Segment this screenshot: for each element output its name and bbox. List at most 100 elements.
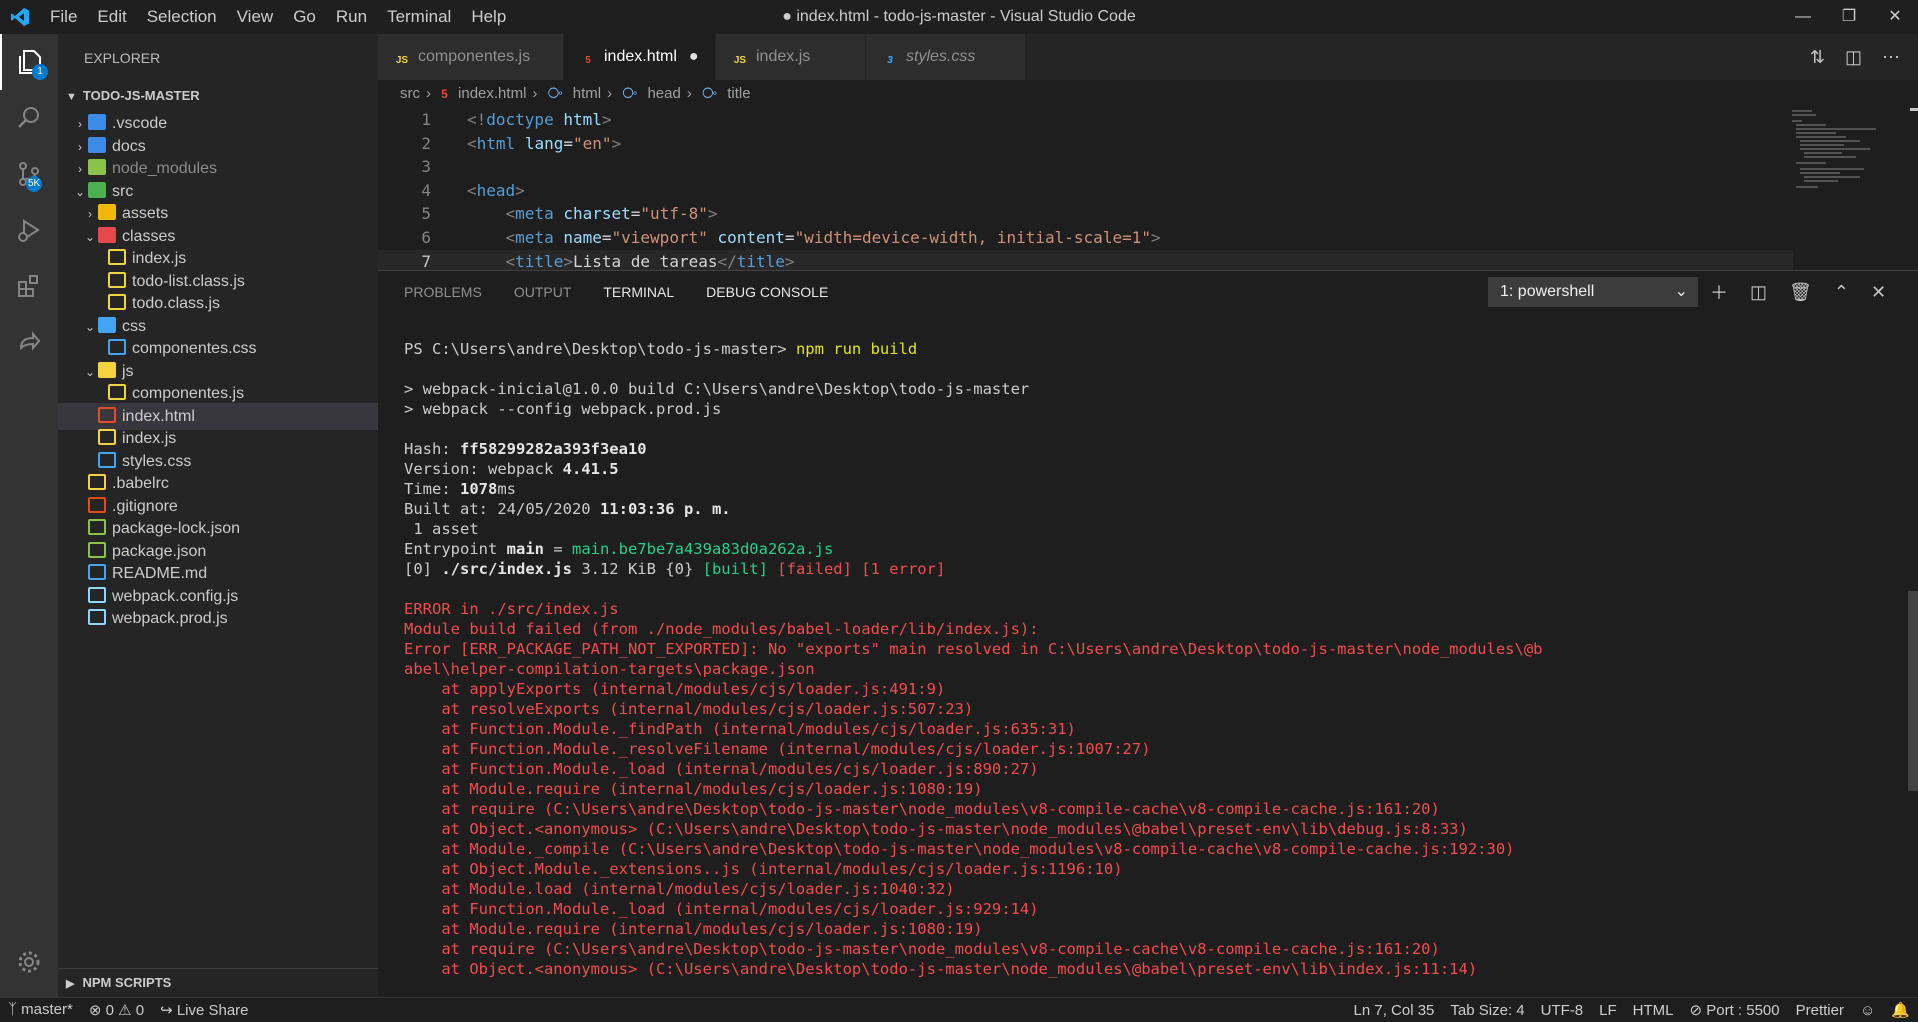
terminal-error-line: abel\helper-compilation-targets\package.… bbox=[404, 660, 815, 678]
menu-selection[interactable]: Selection bbox=[137, 0, 227, 34]
more-actions-icon[interactable]: ⋯ bbox=[1882, 47, 1900, 68]
explorer-item-label: assets bbox=[122, 205, 169, 222]
explorer-item-label: todo-list.class.js bbox=[132, 272, 245, 290]
menu-edit[interactable]: Edit bbox=[87, 0, 136, 34]
explorer-item[interactable]: webpack.prod.js bbox=[58, 605, 378, 632]
encoding[interactable]: UTF-8 bbox=[1533, 1002, 1592, 1019]
file-icon bbox=[108, 339, 126, 355]
explorer-item-label: webpack.config.js bbox=[112, 587, 239, 605]
folder-icon bbox=[98, 361, 116, 378]
status-bar: ᛉ master* ⊗ 0 ⚠ 0 ↪ Live Share Ln 7, Col… bbox=[0, 997, 1918, 1021]
menu-go[interactable]: Go bbox=[283, 0, 326, 34]
live-share-icon[interactable] bbox=[0, 314, 58, 370]
run-debug-icon[interactable] bbox=[0, 202, 58, 258]
explorer-icon[interactable]: 1 bbox=[0, 34, 58, 90]
bottom-panel: PROBLEMS OUTPUT TERMINAL DEBUG CONSOLE 1… bbox=[378, 270, 1918, 997]
split-editor-icon[interactable]: ◫ bbox=[1845, 47, 1862, 68]
code-editor[interactable]: 1 <!doctype html> 2 <html lang="en"> 3 4 <h… bbox=[378, 108, 1793, 270]
feedback-icon[interactable]: ☺ bbox=[1852, 1002, 1883, 1019]
tab-size[interactable]: Tab Size: 4 bbox=[1442, 1002, 1532, 1019]
terminal-line: Built at: 24/05/2020 11:03:36 p. m. bbox=[404, 500, 731, 518]
breadcrumb-head[interactable]: head bbox=[647, 85, 680, 102]
menu-file[interactable]: File bbox=[40, 0, 87, 34]
menu-view[interactable]: View bbox=[227, 0, 284, 34]
end-of-line[interactable]: LF bbox=[1591, 1002, 1625, 1019]
tab-debug-console[interactable]: DEBUG CONSOLE bbox=[706, 284, 828, 300]
search-icon[interactable] bbox=[0, 90, 58, 146]
menu-help[interactable]: Help bbox=[461, 0, 516, 34]
close-panel-icon[interactable]: ✕ bbox=[1871, 282, 1886, 303]
close-icon[interactable]: ✕ bbox=[1872, 0, 1918, 34]
unsaved-dot-icon[interactable]: ● bbox=[689, 48, 699, 65]
file-icon bbox=[98, 429, 116, 445]
split-terminal-icon[interactable]: ◫ bbox=[1750, 282, 1767, 303]
tab-componentes-js[interactable]: JS componentes.js bbox=[378, 34, 564, 80]
new-terminal-icon[interactable]: ＋ bbox=[1710, 279, 1728, 305]
explorer-sidebar: EXPLORER ▼ TODO-JS-MASTER › .vscode › docs › n… bbox=[58, 34, 378, 997]
tab-index-html[interactable]: 5 index.html ● bbox=[564, 34, 716, 80]
menu-bar: File Edit Selection View Go Run Terminal… bbox=[40, 0, 516, 34]
explorer-item-label: css bbox=[122, 317, 146, 335]
source-control-icon[interactable]: 5K bbox=[0, 146, 58, 202]
folder-icon bbox=[88, 114, 106, 130]
workspace-root[interactable]: ▼ TODO-JS-MASTER bbox=[58, 82, 378, 110]
tab-index-js[interactable]: JS index.js bbox=[716, 34, 866, 80]
tab-problems[interactable]: PROBLEMS bbox=[404, 284, 482, 300]
element-icon: ⧂ bbox=[547, 85, 563, 102]
terminal-select[interactable]: 1: powershell ⌄ bbox=[1488, 277, 1698, 307]
notifications-bell-icon[interactable]: 🔔 bbox=[1883, 1001, 1918, 1019]
terminal-error-line: at require (C:\Users\andre\Desktop\todo-… bbox=[404, 800, 1440, 818]
explorer-item-label: README.md bbox=[112, 565, 208, 582]
explorer-header: EXPLORER bbox=[84, 50, 161, 66]
tab-output[interactable]: OUTPUT bbox=[514, 284, 572, 300]
explorer-item-label: webpack.prod.js bbox=[112, 610, 228, 627]
restore-icon[interactable]: ❐ bbox=[1826, 0, 1872, 34]
file-icon bbox=[88, 541, 106, 558]
live-server-port[interactable]: ⊘ Port : 5500 bbox=[1681, 1001, 1787, 1019]
terminal-error-line: ERROR in ./src/index.js bbox=[404, 600, 619, 618]
problems-status[interactable]: ⊗ 0 ⚠ 0 bbox=[81, 1001, 152, 1019]
terminal-error-line: at Module.require (internal/modules/cjs/… bbox=[404, 920, 983, 938]
terminal-error-line: at Function.Module._findPath (internal/m… bbox=[404, 720, 1076, 738]
terminal-line: [0] ./src/index.js 3.12 KiB {0} [built] … bbox=[404, 560, 946, 578]
vscode-logo-icon bbox=[0, 0, 40, 34]
menu-run[interactable]: Run bbox=[326, 0, 377, 34]
terminal-error-line: Module build failed (from ./node_modules… bbox=[404, 620, 1039, 638]
terminal-error-line: at Module._compile (C:\Users\andre\Deskt… bbox=[404, 840, 1515, 858]
settings-gear-icon[interactable] bbox=[0, 934, 58, 990]
npm-scripts-section[interactable]: ▶ NPM SCRIPTS bbox=[58, 968, 378, 996]
breadcrumb-index-html[interactable]: index.html bbox=[458, 85, 526, 102]
explorer-item-label: .babelrc bbox=[112, 475, 169, 492]
error-output: ERROR in ./src/index.js Module build fail… bbox=[404, 599, 1884, 979]
breadcrumb-title[interactable]: title bbox=[727, 85, 750, 102]
breadcrumb-src[interactable]: src bbox=[400, 85, 420, 102]
terminal-error-line: at Function.Module._load (internal/modul… bbox=[404, 900, 1039, 918]
maximize-panel-icon[interactable]: ⌃ bbox=[1834, 282, 1849, 303]
live-share-status[interactable]: ↪ Live Share bbox=[152, 1001, 256, 1019]
compare-changes-icon[interactable]: ⇅ bbox=[1810, 47, 1825, 68]
language-mode[interactable]: HTML bbox=[1625, 1002, 1682, 1019]
code-line: 1 <!doctype html> bbox=[421, 110, 612, 129]
breadcrumb-html[interactable]: html bbox=[573, 85, 601, 102]
terminal-error-line: at Function.Module._resolveFilename (int… bbox=[404, 740, 1151, 758]
kill-terminal-icon[interactable]: 🗑 bbox=[1789, 282, 1812, 303]
code-line: 5 <meta charset="utf-8"> bbox=[421, 204, 718, 224]
tab-styles-css[interactable]: 3 styles.css bbox=[866, 34, 1026, 80]
cursor-position[interactable]: Ln 7, Col 35 bbox=[1346, 1002, 1443, 1019]
code-line: 4 <head> bbox=[421, 180, 525, 200]
prettier-status[interactable]: Prettier bbox=[1788, 1002, 1852, 1019]
terminal-scrollbar[interactable] bbox=[1908, 591, 1918, 791]
extensions-icon[interactable] bbox=[0, 258, 58, 314]
terminal-output[interactable]: PS C:\Users\andre\Desktop\todo-js-master… bbox=[404, 339, 1884, 979]
menu-terminal[interactable]: Terminal bbox=[377, 0, 461, 34]
explorer-item-label: node_modules bbox=[112, 160, 217, 177]
minimap[interactable] bbox=[1790, 108, 1918, 270]
branch-status[interactable]: ᛉ master* bbox=[0, 1001, 81, 1018]
live-share-icon: ↪ bbox=[160, 1001, 177, 1019]
tab-terminal[interactable]: TERMINAL bbox=[603, 284, 674, 300]
code-line: 3 bbox=[421, 157, 431, 177]
file-icon bbox=[88, 586, 106, 603]
js-file-icon: JS bbox=[395, 55, 409, 66]
minimize-icon[interactable]: — bbox=[1780, 0, 1826, 34]
